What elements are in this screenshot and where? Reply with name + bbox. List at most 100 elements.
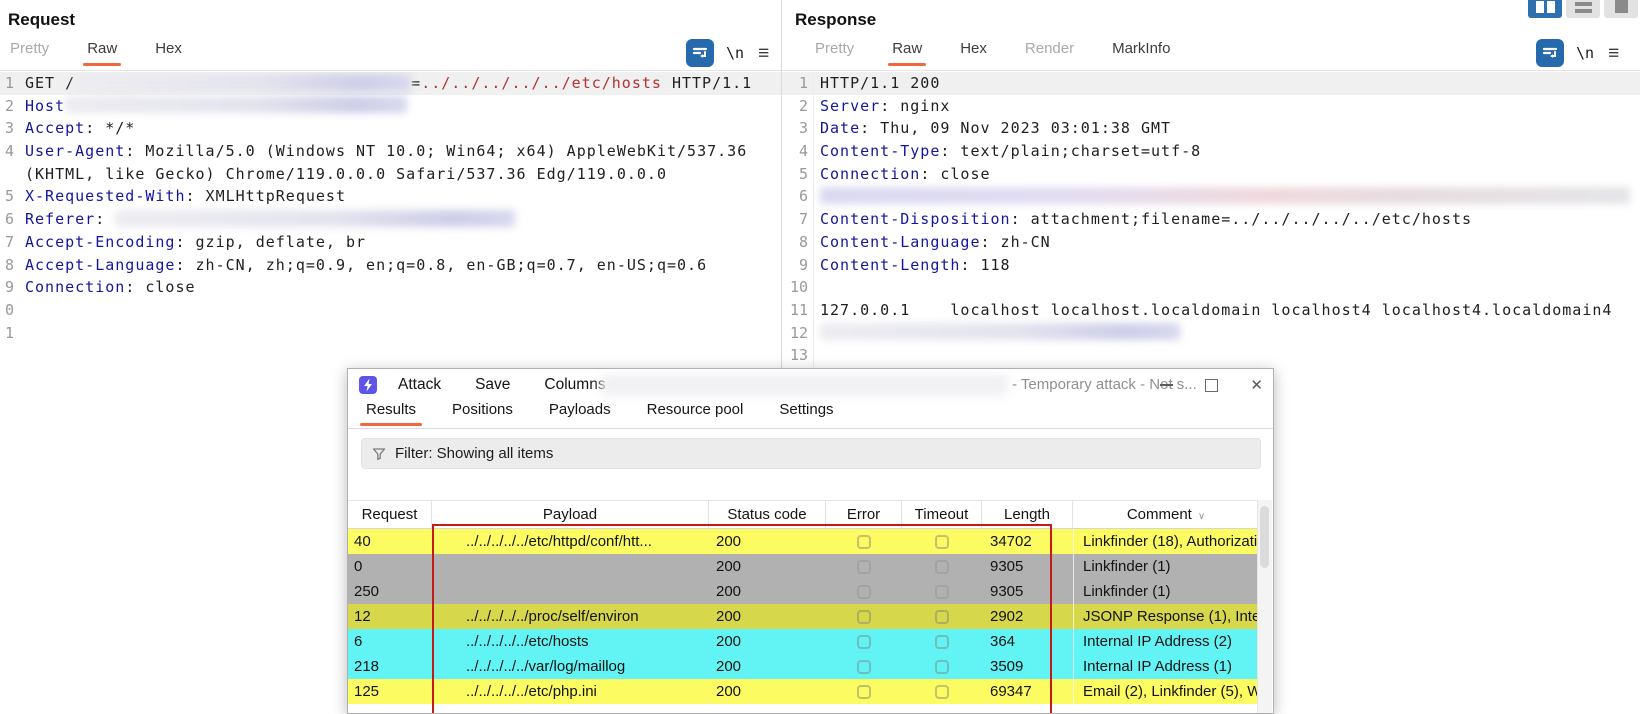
tab-pretty[interactable]: Pretty <box>815 40 854 66</box>
line-number: 1 <box>782 72 814 95</box>
prettify-icon[interactable] <box>1536 39 1564 67</box>
column-header-request[interactable]: Request <box>348 501 432 528</box>
tab-raw[interactable]: Raw <box>83 40 122 66</box>
line-number: 3 <box>4 119 14 138</box>
cell-request: 218 <box>354 658 380 675</box>
close-button[interactable]: ✕ <box>1250 378 1263 393</box>
timeout-checkbox[interactable] <box>935 684 949 699</box>
timeout-checkbox[interactable] <box>935 534 949 549</box>
cell-request: 6 <box>354 633 363 650</box>
tab-raw[interactable]: Raw <box>888 40 927 66</box>
response-menu-icon[interactable]: ≡ <box>1608 44 1619 63</box>
cell-length: 364 <box>990 633 1016 650</box>
editor-line: 7 Accept-Encoding: gzip, deflate, br <box>0 231 781 254</box>
line-content: X-Requested-With: XMLHttpRequest <box>25 187 346 206</box>
menu-columns[interactable]: Columns <box>540 374 609 396</box>
minimize-button[interactable] <box>1160 384 1174 386</box>
newline-toggle[interactable]: \n <box>1576 44 1594 62</box>
error-checkbox[interactable] <box>857 609 871 624</box>
table-row[interactable]: 0 200 9305 Linkfinder (1) <box>348 554 1259 579</box>
filter-label: Filter: Showing all items <box>395 445 554 462</box>
column-header-timeout[interactable]: Timeout <box>902 501 982 528</box>
error-checkbox[interactable] <box>857 534 871 549</box>
line-content: GET / =../../../../../etc/hosts HTTP/1.1 <box>25 73 753 92</box>
line-number: 10 <box>782 276 814 299</box>
timeout-checkbox[interactable] <box>935 609 949 624</box>
menu-save[interactable]: Save <box>471 374 514 396</box>
cell-request: 40 <box>354 533 371 550</box>
tab-hex[interactable]: Hex <box>960 40 987 66</box>
line-content <box>814 185 1640 208</box>
tab-pretty[interactable]: Pretty <box>10 40 49 66</box>
cell-error <box>826 554 902 579</box>
intruder-tabs: Results Positions Payloads Resource pool Set… <box>348 401 1273 429</box>
error-checkbox[interactable] <box>857 684 871 699</box>
table-row[interactable]: 6 ../../../../../etc/hosts 200 364 Internal … <box>348 629 1259 654</box>
cell-payload: ../../../../../etc/php.ini <box>466 683 597 700</box>
timeout-checkbox[interactable] <box>935 659 949 674</box>
prettify-icon[interactable] <box>686 39 714 67</box>
tab-positions[interactable]: Positions <box>452 401 513 426</box>
column-header-length[interactable]: Length <box>982 501 1073 528</box>
editor-line: 2 Server: nginx <box>782 94 1640 118</box>
line-content: Accept-Encoding: gzip, deflate, br <box>25 232 367 251</box>
cell-timeout <box>902 554 982 579</box>
maximize-button[interactable] <box>1205 378 1219 392</box>
window-menubar: Attack Save Columns <box>394 369 636 401</box>
line-number: 5 <box>4 187 14 206</box>
newline-toggle[interactable]: \n <box>726 44 744 62</box>
error-checkbox[interactable] <box>857 559 871 574</box>
timeout-checkbox[interactable] <box>935 559 949 574</box>
line-number: 2 <box>4 96 14 115</box>
results-scrollbar[interactable] <box>1257 500 1272 713</box>
line-number: 9 <box>4 278 14 297</box>
request-menu-icon[interactable]: ≡ <box>758 44 769 63</box>
cell-comment: Email (2), Linkfinder (5), Wind... <box>1073 679 1259 704</box>
single-view-button[interactable] <box>1604 0 1638 18</box>
table-row[interactable]: 218 ../../../../../var/log/maillog 200 3509… <box>348 654 1259 679</box>
cell-status-code: 200 <box>716 683 742 700</box>
timeout-checkbox[interactable] <box>935 634 949 649</box>
columns-view-button[interactable] <box>1528 0 1562 18</box>
line-content: Accept: */* <box>25 119 136 138</box>
results-table-header[interactable]: Request Payload Status code Error Timeout Len… <box>348 500 1259 529</box>
column-header-error[interactable]: Error <box>826 501 902 528</box>
timeout-checkbox[interactable] <box>935 584 949 599</box>
rows-view-button[interactable] <box>1566 0 1600 18</box>
cell-payload: ../../../../../etc/httpd/conf/htt... <box>466 533 652 550</box>
error-checkbox[interactable] <box>857 584 871 599</box>
tab-resource-pool[interactable]: Resource pool <box>647 401 744 426</box>
menu-attack[interactable]: Attack <box>394 374 445 396</box>
tab-hex[interactable]: Hex <box>155 40 182 66</box>
cell-status-code: 200 <box>716 633 742 650</box>
table-row[interactable]: 12 ../../../../../proc/self/environ 200 290… <box>348 604 1259 629</box>
table-row[interactable]: 40 ../../../../../etc/httpd/conf/htt... 20… <box>348 529 1259 554</box>
redacted-text <box>65 96 408 114</box>
column-header-comment[interactable]: Comment ∨ <box>1073 501 1259 528</box>
line-number: 9 <box>782 253 814 277</box>
tab-payloads[interactable]: Payloads <box>549 401 611 426</box>
column-header-payload[interactable]: Payload <box>432 501 709 528</box>
table-row[interactable]: 125 ../../../../../etc/php.ini 200 69347 Ema… <box>348 679 1259 704</box>
tab-render[interactable]: Render <box>1025 40 1074 66</box>
editor-line: 6 <box>782 185 1640 209</box>
error-checkbox[interactable] <box>857 659 871 674</box>
editor-line: 6 Referer: <box>0 208 781 231</box>
line-number: 13 <box>782 344 814 367</box>
line-content: 127.0.0.1 localhost localhost.localdomai… <box>820 300 1613 319</box>
table-row[interactable]: 250 200 9305 Linkfinder (1) <box>348 579 1259 604</box>
title-bar[interactable]: Attack Save Columns - Temporary attack - N… <box>348 369 1273 401</box>
response-tabs: Pretty Raw Hex Render MarkInfo <box>782 40 1208 69</box>
editor-line: 1 GET / =../../../../../etc/hosts HTTP/1.1 <box>0 72 781 95</box>
sort-chevron-icon: ∨ <box>1197 511 1206 522</box>
burp-intruder-icon <box>359 376 377 399</box>
column-header-status-code[interactable]: Status code <box>709 501 826 528</box>
cell-error <box>826 679 902 704</box>
error-checkbox[interactable] <box>857 634 871 649</box>
tab-markinfo[interactable]: MarkInfo <box>1112 40 1170 66</box>
filter-bar[interactable]: Filter: Showing all items <box>361 438 1261 469</box>
scrollbar-thumb[interactable] <box>1260 506 1269 568</box>
tab-results[interactable]: Results <box>359 401 423 426</box>
line-content <box>814 344 1640 367</box>
tab-settings[interactable]: Settings <box>779 401 833 426</box>
